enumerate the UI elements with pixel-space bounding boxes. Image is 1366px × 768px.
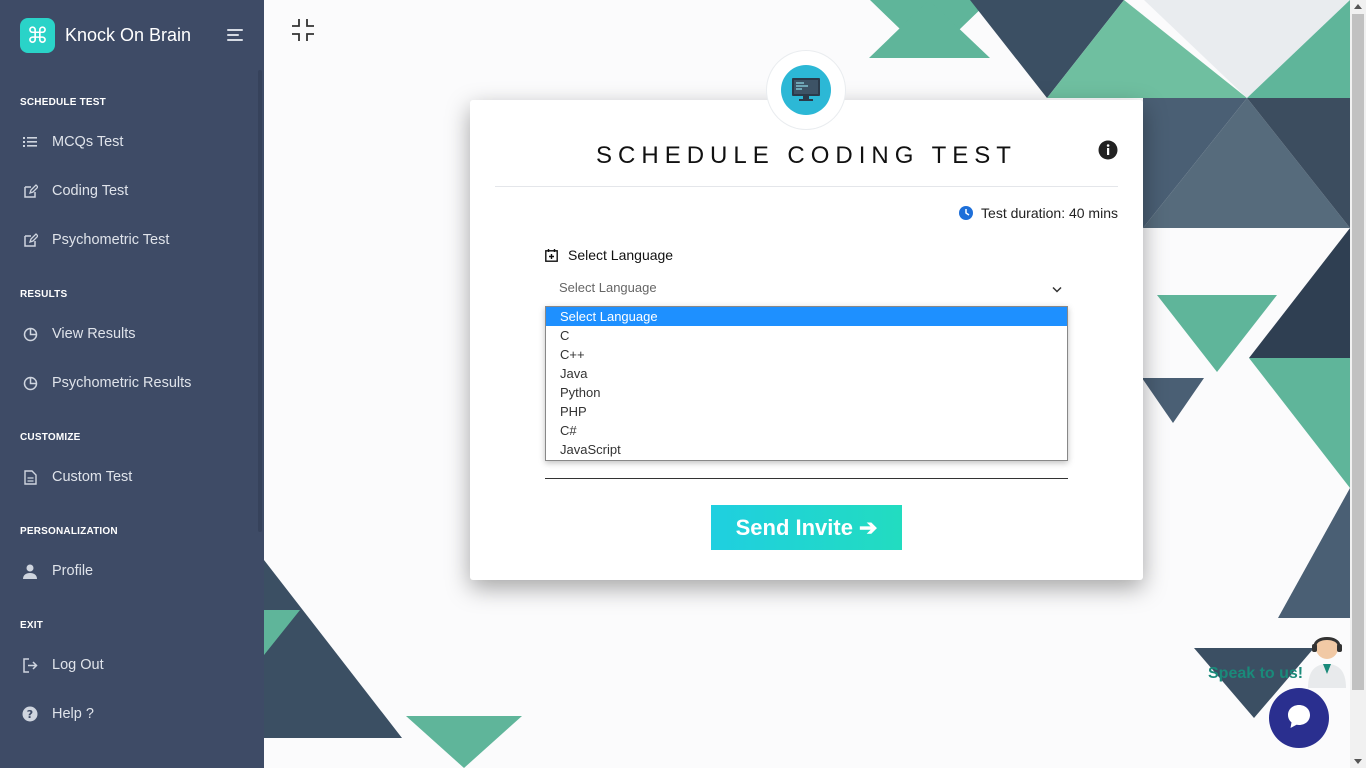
section-title-schedule-test: SCHEDULE TEST — [20, 97, 106, 108]
sidebar-item-mcqs-test[interactable]: MCQs Test — [0, 122, 258, 162]
pie-chart-icon — [22, 375, 38, 391]
sidebar-item-custom-test[interactable]: Custom Test — [0, 457, 258, 497]
svg-text:?: ? — [27, 708, 33, 721]
sidebar-item-label: View Results — [52, 326, 136, 342]
brand-name: Knock On Brain — [65, 25, 192, 45]
collapse-icon[interactable] — [291, 18, 315, 42]
language-dropdown: Select Language C C++ Java Python PHP C#… — [545, 306, 1068, 461]
chat-button[interactable] — [1269, 688, 1329, 748]
sidebar-item-label: Coding Test — [52, 183, 129, 199]
support-agent-icon[interactable] — [1300, 632, 1350, 688]
scrollbar-thumb[interactable] — [1352, 14, 1364, 690]
window-scrollbar[interactable] — [1350, 0, 1366, 768]
send-invite-button[interactable]: Send Invite ➔ — [711, 505, 902, 550]
language-option[interactable]: Select Language — [546, 307, 1067, 326]
monitor-badge — [767, 51, 845, 129]
sidebar-item-label: MCQs Test — [52, 134, 124, 150]
sidebar-scrollbar[interactable] — [258, 70, 262, 532]
language-option[interactable]: JavaScript — [546, 440, 1067, 459]
divider — [495, 186, 1118, 187]
calendar-plus-icon — [545, 248, 558, 262]
sidebar-item-log-out[interactable]: Log Out — [0, 645, 258, 685]
language-label: Select Language — [545, 247, 673, 263]
help-icon: ? — [22, 706, 38, 722]
sidebar-item-label: Psychometric Test — [52, 232, 170, 248]
language-option[interactable]: C# — [546, 421, 1067, 440]
language-option[interactable]: C — [546, 326, 1067, 345]
language-option[interactable]: C++ — [546, 345, 1067, 364]
test-duration-text: Test duration: 40 mins — [981, 205, 1118, 221]
sidebar-item-psychometric-test[interactable]: Psychometric Test — [0, 220, 258, 260]
monitor-icon — [781, 65, 831, 115]
chat-bubble-icon — [1285, 702, 1313, 735]
arrow-right-icon: ➔ — [858, 514, 878, 540]
language-option[interactable]: PHP — [546, 402, 1067, 421]
user-icon — [22, 563, 38, 579]
sidebar-item-label: Custom Test — [52, 469, 133, 485]
test-duration: Test duration: 40 mins — [959, 205, 1118, 221]
pie-chart-icon — [22, 326, 38, 342]
section-title-customize: CUSTOMIZE — [20, 432, 81, 443]
info-icon[interactable] — [1098, 140, 1118, 160]
sidebar-item-profile[interactable]: Profile — [0, 551, 258, 591]
language-option[interactable]: Python — [546, 383, 1067, 402]
command-icon: ⌘ — [20, 18, 55, 53]
sidebar-item-label: Log Out — [52, 657, 104, 673]
sidebar-item-label: Psychometric Results — [52, 375, 192, 391]
menu-toggle-icon[interactable] — [227, 29, 243, 41]
logout-icon — [22, 657, 38, 673]
scroll-down-arrow-icon[interactable] — [1354, 759, 1362, 764]
speak-to-us-label[interactable]: Speak to us! — [1208, 665, 1303, 683]
edit-icon — [22, 232, 38, 248]
section-title-exit: EXIT — [20, 620, 44, 631]
language-option[interactable]: Java — [546, 364, 1067, 383]
file-icon — [22, 469, 38, 485]
chevron-down-icon — [1052, 282, 1062, 293]
field-underline — [545, 478, 1068, 479]
clock-icon — [959, 206, 974, 220]
language-select-value: Select Language — [559, 279, 657, 295]
section-title-personalization: PERSONALIZATION — [20, 526, 118, 537]
sidebar-item-label: Help ? — [52, 706, 94, 722]
scroll-up-arrow-icon[interactable] — [1354, 4, 1362, 9]
page-title: SCHEDULE CODING TEST — [596, 142, 1017, 169]
sidebar-item-psychometric-results[interactable]: Psychometric Results — [0, 363, 258, 403]
language-label-text: Select Language — [568, 247, 674, 263]
edit-icon — [22, 183, 38, 199]
section-title-results: RESULTS — [20, 289, 68, 300]
sidebar-item-help[interactable]: ? Help ? — [0, 694, 258, 734]
sidebar: ⌘ Knock On Brain SCHEDULE TEST MCQs Test… — [0, 0, 264, 768]
sidebar-item-label: Profile — [52, 563, 94, 579]
language-select[interactable]: Select Language — [545, 274, 1068, 300]
brand[interactable]: ⌘ Knock On Brain — [20, 18, 191, 53]
sidebar-item-view-results[interactable]: View Results — [0, 314, 258, 354]
list-icon — [22, 134, 38, 150]
schedule-coding-test-card: SCHEDULE CODING TEST Test duration: 40 m… — [470, 100, 1143, 580]
send-invite-label: Send Invite — [735, 514, 853, 540]
sidebar-item-coding-test[interactable]: Coding Test — [0, 171, 258, 211]
